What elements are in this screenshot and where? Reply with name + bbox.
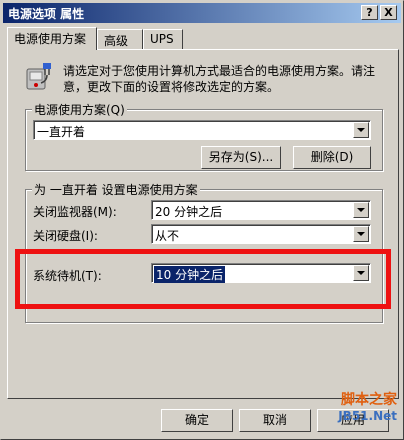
tab-label: 高级 [104, 34, 129, 48]
monitor-label: 关闭监视器(M): [33, 205, 117, 219]
close-icon: X [384, 6, 393, 19]
save-as-label: 另存为(S)... [208, 150, 274, 164]
power-scheme-icon [26, 63, 51, 90]
disk-select-value: 从不 [155, 229, 180, 243]
tab-advanced[interactable]: 高级 [97, 29, 143, 49]
tab-label: UPS [150, 32, 174, 46]
save-as-button[interactable]: 另存为(S)... [201, 146, 281, 169]
window-title: 电源选项 属性 [8, 7, 85, 21]
dropdown-arrow-icon[interactable] [353, 226, 369, 242]
delete-label: 删除(D) [310, 150, 354, 164]
scheme-select-value: 一直开着 [37, 125, 86, 139]
dropdown-arrow-icon[interactable] [353, 202, 369, 218]
dialog-window: 电源选项 属性 ? X 电源使用方案 高级 UPS 请选定对于您使用计算机方式最… [0, 0, 404, 440]
monitor-select[interactable]: 20 分钟之后 [151, 200, 371, 220]
scheme-select[interactable]: 一直开着 [33, 120, 371, 140]
tab-ups[interactable]: UPS [143, 29, 183, 49]
cancel-button[interactable]: 取消 [239, 409, 311, 432]
description-text: 请选定对于您使用计算机方式最适合的电源使用方案。请注意，更改下面的设置将修改选定… [63, 64, 376, 94]
watermark-line1: 脚本之家 [341, 392, 397, 408]
monitor-select-value: 20 分钟之后 [155, 205, 223, 219]
tab-power-schemes[interactable]: 电源使用方案 [7, 27, 97, 50]
watermark-line2: JB51.Net [338, 409, 397, 423]
help-icon: ? [366, 6, 373, 19]
help-button[interactable]: ? [361, 5, 378, 20]
tab-label: 电源使用方案 [14, 32, 87, 46]
disk-label: 关闭硬盘(I): [33, 229, 98, 243]
close-button[interactable]: X [380, 5, 397, 20]
dropdown-arrow-icon[interactable] [353, 122, 369, 138]
ok-label: 确定 [184, 413, 209, 427]
highlight-box [15, 249, 391, 309]
scheme-group-label: 电源使用方案(Q) [32, 101, 127, 118]
watermark: 脚本之家 JB51.Net [338, 389, 397, 423]
cancel-label: 取消 [262, 413, 287, 427]
settings-group-label: 为 一直开着 设置电源使用方案 [32, 181, 200, 198]
title-bar[interactable]: 电源选项 属性 ? X [3, 3, 401, 23]
delete-button[interactable]: 删除(D) [293, 146, 371, 169]
disk-select[interactable]: 从不 [151, 224, 371, 244]
ok-button[interactable]: 确定 [161, 409, 233, 432]
